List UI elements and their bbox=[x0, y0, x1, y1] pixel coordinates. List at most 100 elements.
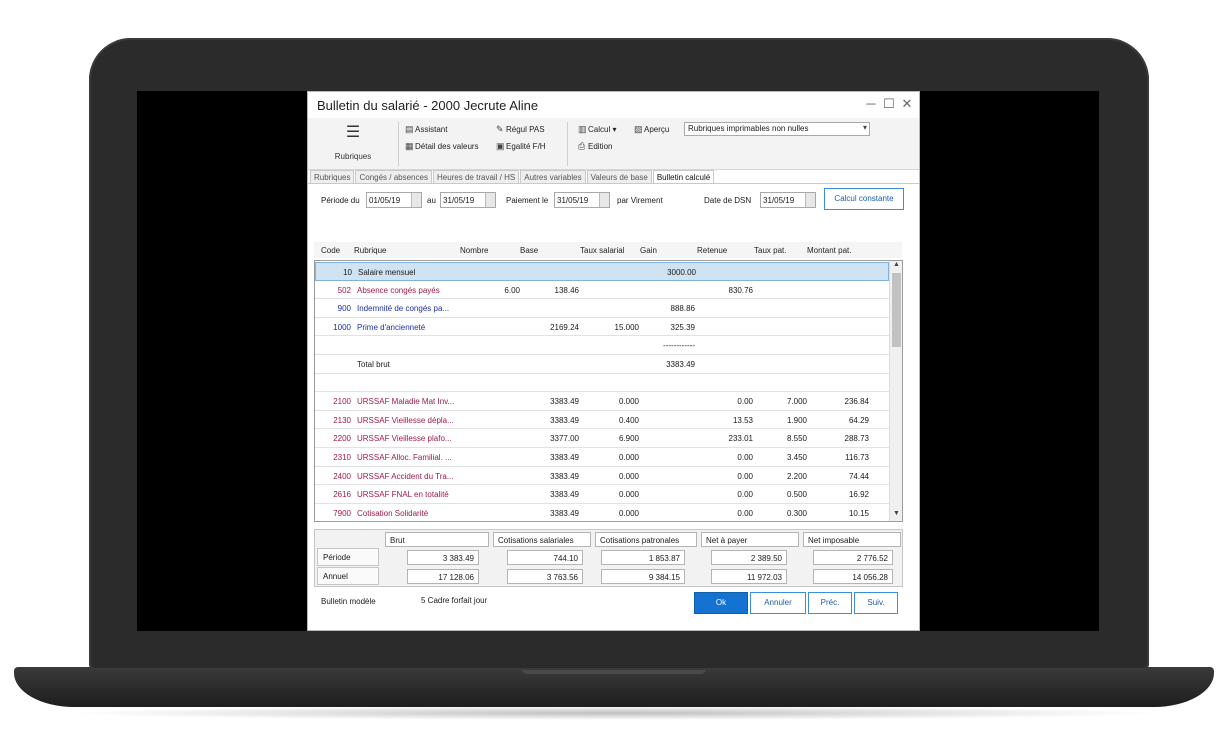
scroll-up-icon[interactable]: ▲ bbox=[890, 261, 902, 272]
pencil-icon: ✎ bbox=[496, 124, 504, 134]
cell-taux-pat: 0.500 bbox=[786, 490, 807, 500]
apercu-button[interactable]: ▧Aperçu bbox=[634, 124, 669, 135]
cell-gain: 3000.00 bbox=[667, 268, 696, 277]
cell-rubrique: Cotisation Solidarité bbox=[357, 508, 429, 518]
cell-taux-salarial: 0.000 bbox=[618, 490, 639, 500]
regul-pas-label: Régul PAS bbox=[506, 125, 545, 134]
periode-du-field[interactable]: 01/05/19 bbox=[366, 192, 422, 208]
table-row[interactable]: ------------ bbox=[315, 336, 889, 355]
tab-valeurs-base[interactable]: Valeurs de base bbox=[586, 170, 652, 183]
scroll-thumb[interactable] bbox=[892, 273, 901, 347]
cell-montant-pat: 10.15 bbox=[848, 508, 869, 518]
cell-montant-pat: 64.29 bbox=[848, 415, 869, 425]
rubriques-filter-select[interactable]: Rubriques imprimables non nulles ▾ bbox=[684, 122, 870, 136]
au-field[interactable]: 31/05/19 bbox=[440, 192, 496, 208]
table-row[interactable]: 502 Absence congés payés 6.00 138.46 830.76 bbox=[315, 281, 889, 300]
calendar-icon[interactable] bbox=[411, 193, 421, 207]
detail-valeurs-button[interactable]: ▦Détail des valeurs bbox=[405, 141, 479, 152]
cell-base: 3377.00 bbox=[550, 434, 579, 444]
annuel-row-label: Annuel bbox=[317, 567, 379, 585]
calendar-icon[interactable] bbox=[805, 193, 815, 207]
regul-pas-button[interactable]: ✎ Régul PAS bbox=[496, 124, 545, 135]
precedent-button[interactable]: Préc. bbox=[808, 592, 852, 614]
laptop-screen: Bulletin du salarié - 2000 Jecrute Aline… bbox=[137, 91, 1099, 631]
table-row[interactable]: Total brut 3383.49 bbox=[315, 355, 889, 374]
assistant-label: Assistant bbox=[415, 125, 448, 134]
rubriques-button[interactable]: ☰ Rubriques bbox=[330, 124, 376, 161]
cell-code: 10 bbox=[343, 268, 352, 277]
rubriques-label: Rubriques bbox=[334, 152, 372, 161]
table-row[interactable]: 10 Salaire mensuel 3000.00 bbox=[315, 262, 889, 281]
cell-code: 2100 bbox=[333, 397, 351, 407]
calendar-icon[interactable] bbox=[485, 193, 495, 207]
cell-retenue: 0.00 bbox=[737, 453, 753, 462]
paiement-field[interactable]: 31/05/19 bbox=[554, 192, 610, 208]
totals-header-brut: Brut bbox=[385, 532, 489, 547]
cell-taux-pat: 8.550 bbox=[786, 434, 807, 444]
cell-montant-pat: 236.84 bbox=[844, 397, 869, 407]
table-row[interactable]: 7900 Cotisation Solidarité 3383.49 0.000 0.0… bbox=[315, 504, 889, 521]
calcul-button[interactable]: ▥Calcul ▾ bbox=[578, 124, 616, 135]
cell-retenue: 0.00 bbox=[737, 508, 753, 518]
cell-base: 2169.24 bbox=[550, 322, 579, 332]
periode-net-imposable: 2 776.52 bbox=[813, 550, 893, 565]
table-row[interactable]: 2130 URSSAF Vieillesse dépla... 3383.49 0.4… bbox=[315, 411, 889, 430]
scroll-down-icon[interactable]: ▼ bbox=[890, 510, 902, 521]
ribbon-toolbar: ☰ Rubriques ▤Assistant ▦Détail des valeu… bbox=[308, 118, 919, 170]
periode-du-value: 01/05/19 bbox=[369, 196, 401, 205]
assistant-button[interactable]: ▤Assistant bbox=[405, 124, 447, 135]
edition-button[interactable]: ⎙ Edition bbox=[578, 141, 612, 152]
dsn-field[interactable]: 31/05/19 bbox=[760, 192, 816, 208]
table-row[interactable]: 2200 URSSAF Vieillesse plafo... 3377.00 6.9… bbox=[315, 429, 889, 448]
table-row[interactable]: 2100 URSSAF Maladie Mat Inv... 3383.49 0.00… bbox=[315, 392, 889, 411]
cell-code: 2400 bbox=[333, 471, 351, 481]
vertical-scrollbar[interactable]: ▲ ▼ bbox=[889, 261, 902, 521]
laptop-lid: Bulletin du salarié - 2000 Jecrute Aline… bbox=[89, 38, 1149, 670]
tab-conges-absences[interactable]: Congés / absences bbox=[355, 170, 432, 183]
totals-header-cot-pat: Cotisations patronales bbox=[595, 532, 697, 547]
egalite-button[interactable]: ▣Egalité F/H bbox=[496, 141, 546, 152]
periode-brut: 3 383.49 bbox=[407, 550, 479, 565]
minimize-icon[interactable]: ─ bbox=[864, 97, 878, 111]
maximize-icon[interactable]: ☐ bbox=[882, 97, 896, 111]
totals-panel: Brut Cotisations salariales Cotisations … bbox=[314, 529, 903, 587]
cell-montant-pat: 288.73 bbox=[844, 434, 869, 444]
tab-heures-travail[interactable]: Heures de travail / HS bbox=[432, 170, 520, 183]
cell-retenue: 0.00 bbox=[737, 397, 753, 407]
annuler-button[interactable]: Annuler bbox=[750, 592, 806, 614]
table-row[interactable]: 2616 URSSAF FNAL en totalité 3383.49 0.000 0… bbox=[315, 485, 889, 504]
dsn-value: 31/05/19 bbox=[763, 196, 795, 205]
col-gain: Gain bbox=[640, 246, 657, 255]
ok-button[interactable]: Ok bbox=[694, 592, 748, 614]
table-row[interactable] bbox=[315, 374, 889, 393]
tab-bulletin-calcule[interactable]: Bulletin calculé bbox=[652, 170, 715, 183]
col-retenue: Retenue bbox=[697, 246, 728, 255]
table-row[interactable]: 2400 URSSAF Accident du Tra... 3383.49 0.00… bbox=[315, 467, 889, 486]
calendar-icon[interactable] bbox=[599, 193, 609, 207]
cell-code: 2616 bbox=[333, 490, 351, 500]
tab-autres-variables[interactable]: Autres variables bbox=[520, 170, 586, 183]
table-row[interactable]: 2310 URSSAF Alloc. Familial. ... 3383.49 0.… bbox=[315, 448, 889, 467]
table-row[interactable]: 900 Indemnité de congés pa... 888.86 bbox=[315, 299, 889, 318]
calcul-constante-button[interactable]: Calcul constante bbox=[824, 188, 904, 210]
cell-taux-salarial: 6.900 bbox=[618, 434, 639, 444]
cell-code: 2310 bbox=[333, 453, 351, 462]
cell-taux-salarial: 0.000 bbox=[618, 397, 639, 407]
close-icon[interactable]: ✕ bbox=[900, 97, 914, 111]
suivant-button[interactable]: Suiv. bbox=[854, 592, 898, 614]
cell-rubrique: Total brut bbox=[357, 360, 390, 369]
cell-code: 2130 bbox=[333, 415, 351, 425]
cell-code: 2200 bbox=[333, 434, 351, 444]
rubriques-grid[interactable]: 10 Salaire mensuel 3000.00 502 Absence congé… bbox=[314, 260, 903, 522]
tab-rubriques[interactable]: Rubriques bbox=[310, 170, 355, 183]
cell-rubrique: URSSAF Alloc. Familial. ... bbox=[357, 453, 452, 462]
col-rubrique: Rubrique bbox=[354, 246, 387, 255]
detail-valeurs-label: Détail des valeurs bbox=[415, 142, 479, 151]
bulletin-window: Bulletin du salarié - 2000 Jecrute Aline… bbox=[307, 91, 920, 631]
table-row[interactable]: 1000 Prime d'ancienneté 2169.24 15.000 325.3… bbox=[315, 318, 889, 337]
annuel-cot-sal: 3 763.56 bbox=[507, 569, 583, 584]
egalite-label: Egalité F/H bbox=[506, 142, 546, 151]
calcul-label: Calcul bbox=[588, 125, 611, 134]
col-nombre: Nombre bbox=[460, 246, 489, 255]
wizard-icon: ▤ bbox=[405, 124, 414, 134]
